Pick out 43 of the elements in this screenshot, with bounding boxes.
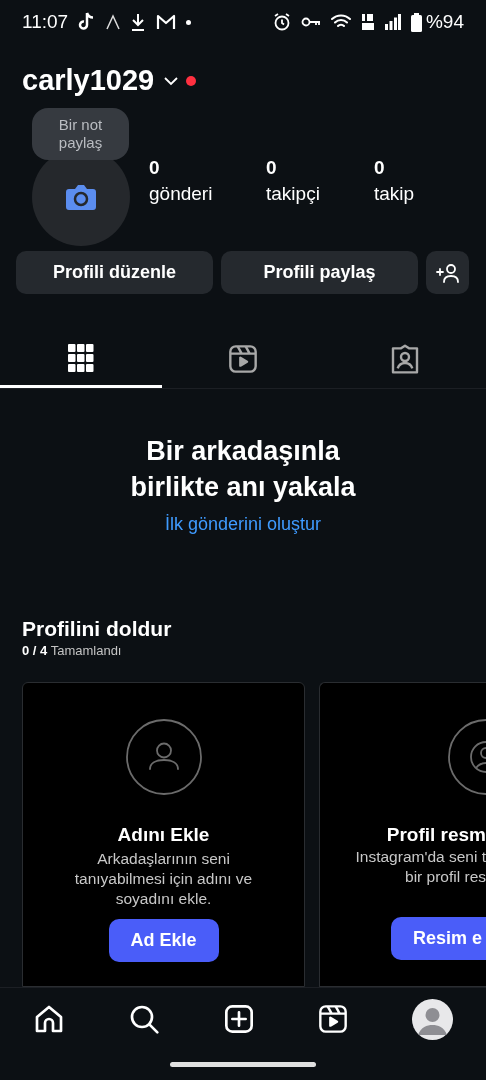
stat-label: takip: [374, 182, 416, 206]
empty-state-title: Bir arkadaşınla birlikte anı yakala: [129, 435, 357, 504]
section-title: Profilini doldur: [22, 616, 173, 642]
card-description: Arkadaşlarının seni tanıyabilmesi için adını ve soyadını ekle.: [73, 849, 254, 909]
profile-avatar[interactable]: [412, 998, 453, 1040]
grid-icon: [68, 343, 94, 374]
stat-count: 0: [266, 156, 278, 180]
status-time: 11:07: [22, 9, 69, 34]
add-person-icon: [435, 262, 460, 283]
stat-label: gönderi: [149, 182, 214, 206]
person-icon: [125, 719, 202, 795]
caret-up-icon: [106, 14, 121, 30]
card-action-button[interactable]: Resim e: [391, 917, 486, 960]
card-title: Profil resm: [386, 823, 486, 847]
battery-percent: %94: [425, 9, 464, 34]
reels-button[interactable]: [317, 1003, 350, 1035]
progress-text: 0 / 4 Tamamlandı: [22, 642, 123, 660]
stat-count: 0: [149, 156, 161, 180]
download-icon: [130, 13, 147, 31]
card-description-line: Instagram'da seni t: [355, 847, 486, 867]
create-post-link[interactable]: İlk gönderini oluştur: [164, 511, 322, 538]
edit-profile-button[interactable]: Profili düzenle: [16, 251, 213, 294]
add-friend-button[interactable]: [426, 251, 469, 294]
wifi-icon: [330, 14, 351, 30]
person-tag-icon: [389, 342, 421, 375]
create-button[interactable]: [222, 1003, 255, 1035]
mail-icon: [156, 14, 177, 30]
camera-icon: [65, 183, 97, 211]
home-button[interactable]: [33, 1003, 65, 1035]
card-action-button[interactable]: Ad Ekle: [108, 919, 219, 962]
card-description-line: bir profil res: [405, 867, 486, 887]
key-icon: [300, 16, 321, 28]
battery-icon: [410, 12, 422, 32]
card-title: Adını Ekle: [117, 823, 210, 847]
stat-count: 0: [374, 156, 386, 180]
chevron-down-icon[interactable]: [164, 76, 179, 86]
reels-icon[interactable]: [227, 342, 259, 375]
signal-icon: [384, 14, 401, 30]
alarm-icon: [272, 13, 291, 31]
share-profile-button[interactable]: Profili paylaş: [221, 251, 418, 294]
username: carly1029: [22, 63, 155, 99]
stat-label: takipçi: [266, 182, 321, 206]
note-tooltip[interactable]: Bir not paylaş: [32, 108, 129, 160]
